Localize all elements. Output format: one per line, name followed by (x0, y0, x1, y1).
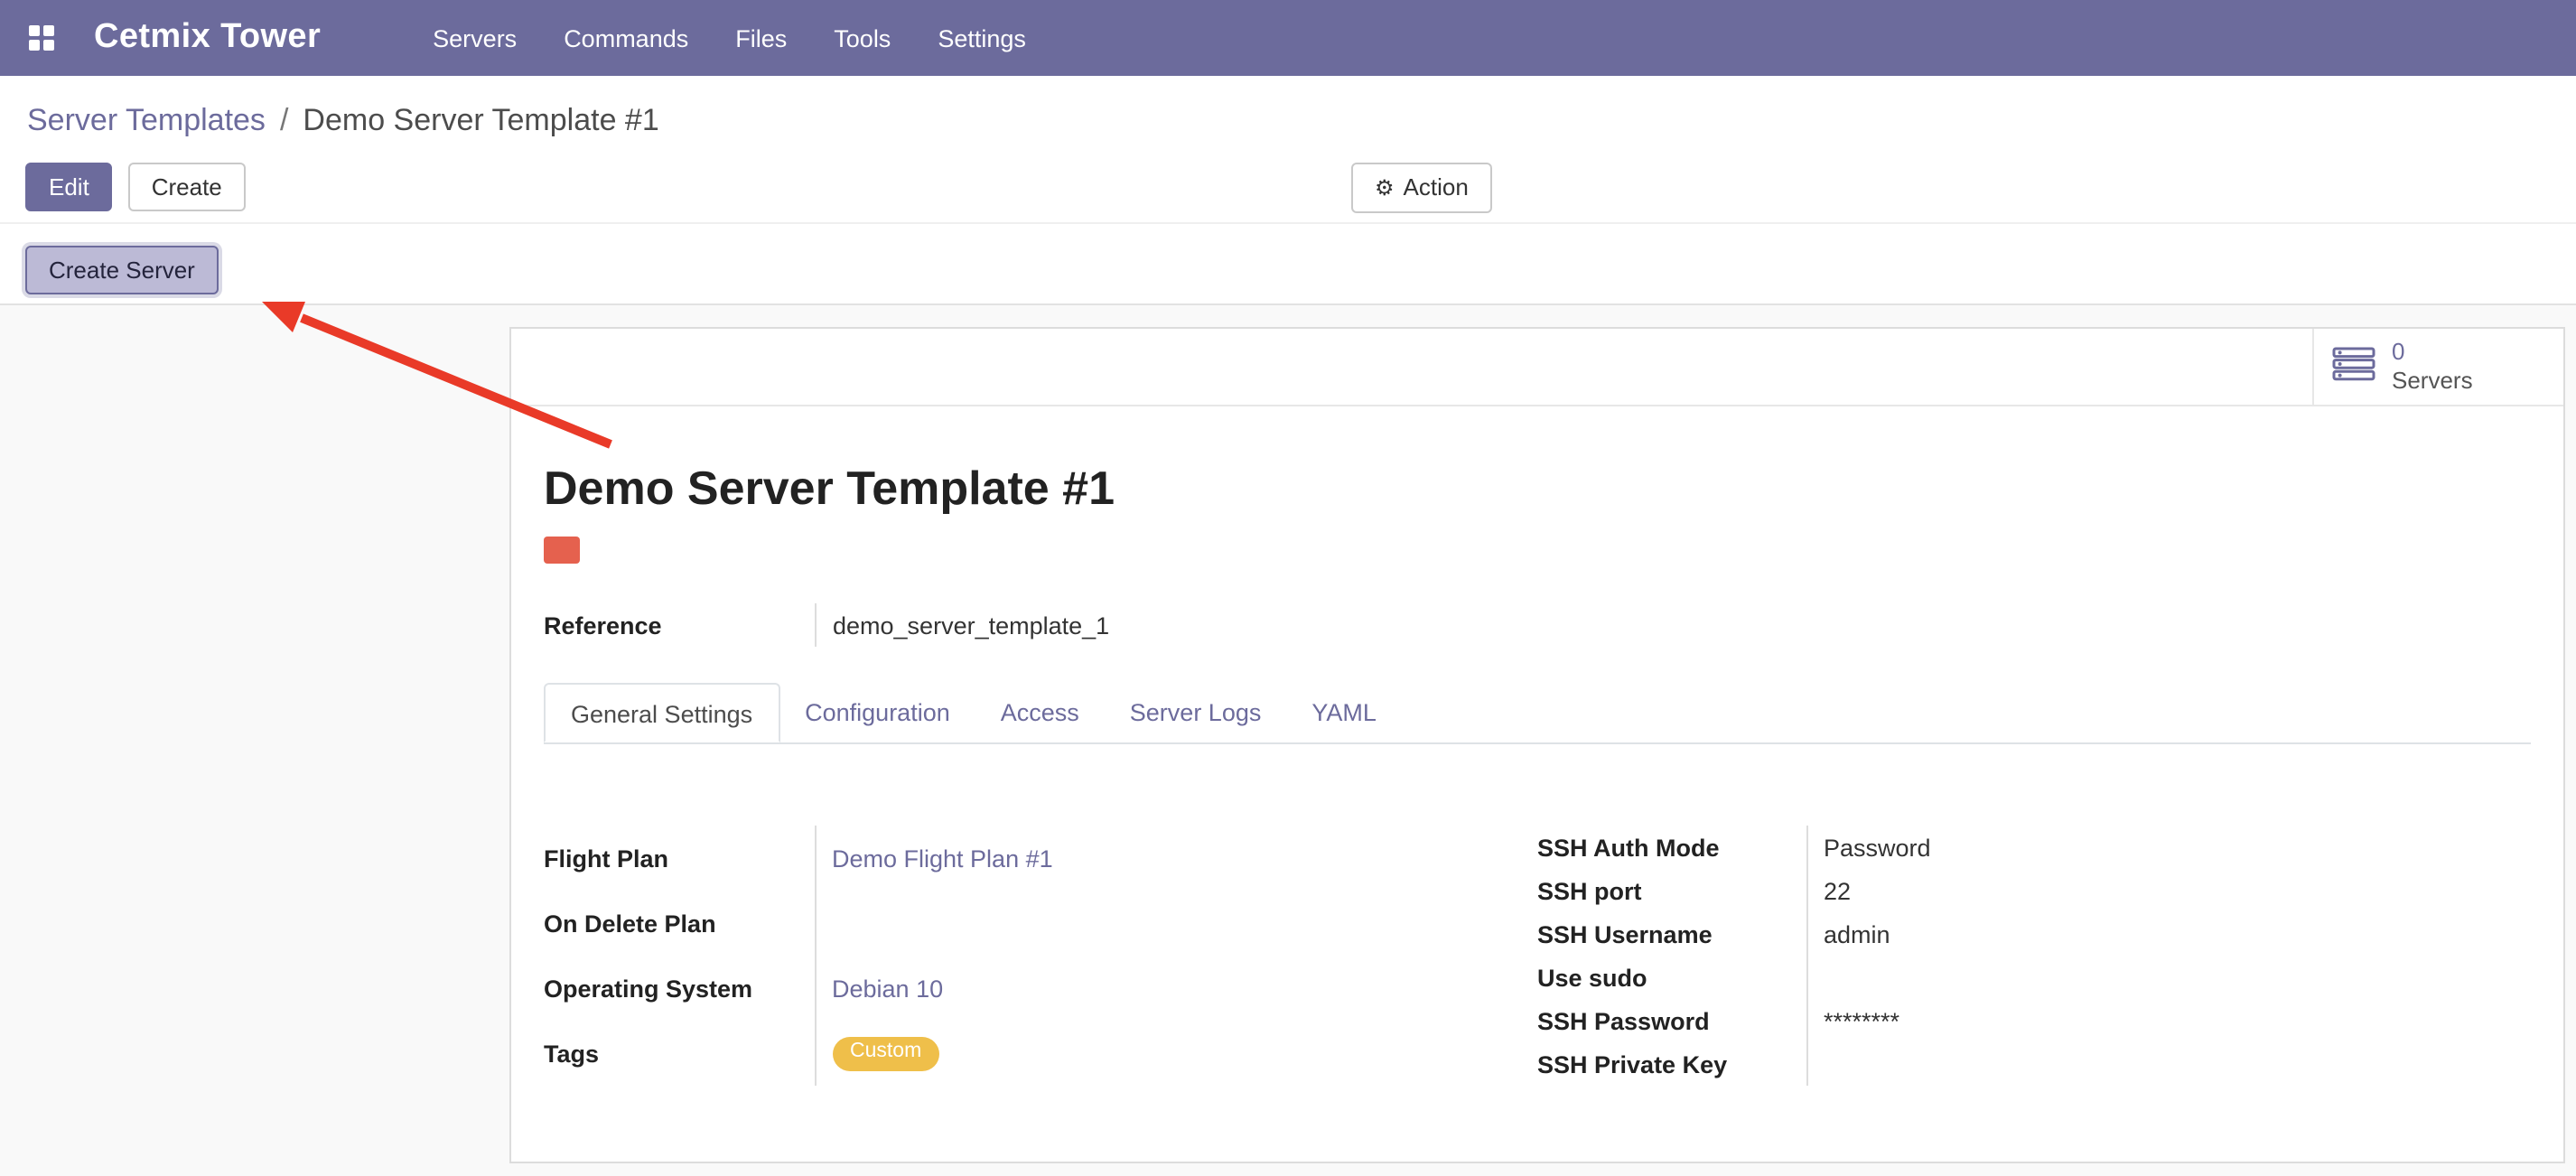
operating-system-value-link[interactable]: Debian 10 (832, 975, 943, 1002)
nav-item-commands[interactable]: Commands (564, 24, 688, 51)
form-statusbar: Create Server (0, 222, 2576, 305)
action-button-label: Action (1404, 173, 1469, 201)
ssh-auth-mode-label: SSH Auth Mode (1537, 826, 1806, 869)
tab-access[interactable]: Access (975, 683, 1105, 742)
apps-menu-button[interactable] (18, 21, 69, 55)
right-field-group: SSH Auth Mode Password SSH port 22 SSH U… (1537, 826, 2531, 1086)
operating-system-label: Operating System (544, 956, 815, 1021)
field-row-ssh-auth-mode: SSH Auth Mode Password (1537, 826, 2531, 869)
field-row-use-sudo: Use sudo (1537, 956, 2531, 999)
reference-label: Reference (544, 603, 815, 647)
ssh-private-key-value (1806, 1042, 2531, 1086)
tags-label: Tags (544, 1021, 815, 1086)
top-navbar: Cetmix Tower Servers Commands Files Tool… (0, 0, 2576, 76)
use-sudo-value (1806, 956, 2531, 999)
main-menu: Servers Commands Files Tools Settings (433, 24, 1026, 51)
control-panel-buttons: Edit Create ⚙ Action (0, 141, 2576, 222)
field-row-flight-plan: Flight Plan Demo Flight Plan #1 (544, 826, 1537, 891)
action-button[interactable]: ⚙ Action (1351, 163, 1492, 213)
servers-stat-button[interactable]: 0 Servers (2312, 329, 2563, 405)
edit-button[interactable]: Edit (25, 163, 113, 211)
apps-grid-icon (29, 24, 54, 55)
nav-item-tools[interactable]: Tools (834, 24, 891, 51)
breadcrumb-current: Demo Server Template #1 (303, 101, 658, 141)
stat-text: 0 Servers (2392, 339, 2473, 395)
field-row-on-delete-plan: On Delete Plan (544, 891, 1537, 956)
color-swatch[interactable] (544, 537, 580, 564)
reference-value: demo_server_template_1 (815, 603, 1109, 647)
content-area: 0 Servers Demo Server Template #1 Refere… (0, 305, 2576, 1176)
breadcrumb-separator: / (280, 101, 288, 141)
left-field-group: Flight Plan Demo Flight Plan #1 On Delet… (544, 826, 1537, 1086)
gear-icon: ⚙ (1375, 175, 1395, 201)
sheet-body: Demo Server Template #1 Reference demo_s… (511, 461, 2563, 1086)
ssh-port-label: SSH port (1537, 869, 1806, 912)
tab-general-settings[interactable]: General Settings (544, 683, 779, 742)
create-server-button[interactable]: Create Server (25, 246, 219, 294)
breadcrumb-parent-link[interactable]: Server Templates (27, 101, 266, 141)
field-row-ssh-username: SSH Username admin (1537, 912, 2531, 956)
field-row-operating-system: Operating System Debian 10 (544, 956, 1537, 1021)
create-button[interactable]: Create (128, 163, 246, 211)
breadcrumb: Server Templates / Demo Server Template … (0, 76, 2576, 141)
ssh-password-label: SSH Password (1537, 999, 1806, 1042)
servers-count: 0 (2392, 339, 2404, 367)
app-window: Cetmix Tower Servers Commands Files Tool… (0, 0, 2576, 1174)
field-row-ssh-password: SSH Password ******** (1537, 999, 2531, 1042)
nav-item-files[interactable]: Files (735, 24, 787, 51)
tag-custom[interactable]: Custom (832, 1037, 939, 1071)
reference-field-row: Reference demo_server_template_1 (544, 603, 2531, 647)
nav-item-servers[interactable]: Servers (433, 24, 517, 51)
tab-yaml[interactable]: YAML (1286, 683, 1402, 742)
on-delete-plan-label: On Delete Plan (544, 891, 815, 956)
field-row-ssh-port: SSH port 22 (1537, 869, 2531, 912)
form-sheet: 0 Servers Demo Server Template #1 Refere… (509, 327, 2565, 1163)
ssh-password-value: ******** (1806, 999, 2531, 1042)
ssh-username-label: SSH Username (1537, 912, 1806, 956)
tab-server-logs[interactable]: Server Logs (1105, 683, 1287, 742)
field-row-ssh-private-key: SSH Private Key (1537, 1042, 2531, 1086)
flight-plan-value-link[interactable]: Demo Flight Plan #1 (832, 845, 1053, 872)
server-stack-icon (2332, 347, 2375, 387)
notebook-tabs: General Settings Configuration Access Se… (544, 683, 2531, 744)
button-box: 0 Servers (511, 329, 2563, 406)
ssh-private-key-label: SSH Private Key (1537, 1042, 1806, 1086)
tab-content-general-settings: Flight Plan Demo Flight Plan #1 On Delet… (544, 826, 2531, 1086)
on-delete-plan-value (815, 891, 1537, 956)
brand-title[interactable]: Cetmix Tower (94, 18, 321, 58)
page-title: Demo Server Template #1 (544, 461, 2531, 515)
flight-plan-label: Flight Plan (544, 826, 815, 891)
use-sudo-label: Use sudo (1537, 956, 1806, 999)
ssh-auth-mode-value: Password (1806, 826, 2531, 869)
servers-label: Servers (2392, 367, 2473, 395)
nav-item-settings[interactable]: Settings (938, 24, 1026, 51)
tab-configuration[interactable]: Configuration (779, 683, 975, 742)
field-row-tags: Tags Custom (544, 1021, 1537, 1086)
ssh-port-value: 22 (1806, 869, 2531, 912)
ssh-username-value: admin (1806, 912, 2531, 956)
